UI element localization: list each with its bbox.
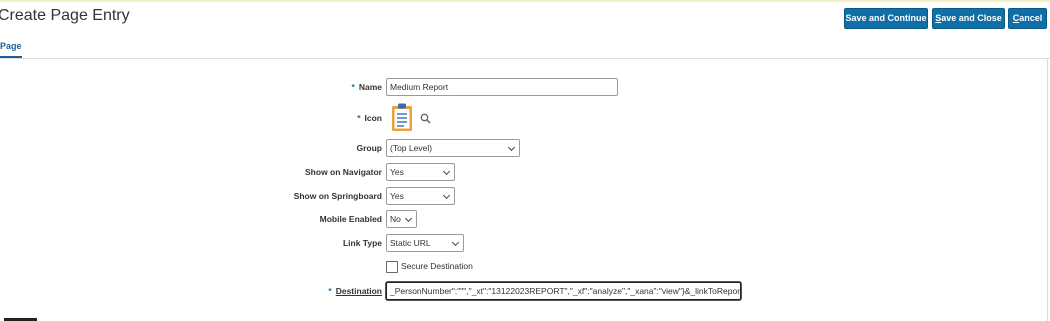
content-border: [1047, 58, 1048, 321]
required-marker: *: [357, 113, 361, 123]
secure-destination-label: Secure Destination: [401, 261, 473, 271]
icon-label: * Icon: [232, 113, 382, 123]
tab-page[interactable]: Page: [0, 41, 22, 51]
show-navigator-value: Yes: [390, 167, 404, 177]
required-marker: *: [328, 286, 332, 296]
group-label: Group: [356, 143, 383, 153]
show-springboard-value: Yes: [390, 191, 404, 201]
show-navigator-select[interactable]: Yes: [386, 163, 455, 181]
show-springboard-select[interactable]: Yes: [386, 187, 455, 205]
required-marker: *: [351, 82, 355, 92]
icon-label-text: Icon: [364, 113, 382, 123]
cancel-label: ancel: [1019, 13, 1043, 23]
secure-destination-checkbox[interactable]: [386, 261, 398, 273]
show-springboard-label: Show on Springboard: [293, 191, 382, 201]
search-icon[interactable]: [420, 111, 431, 124]
save-and-close-label: ave and Close: [941, 13, 1002, 23]
page-title: Create Page Entry: [0, 7, 130, 24]
save-and-continue-button[interactable]: Save and Continue: [844, 8, 928, 29]
mobile-enabled-value: No: [390, 214, 401, 224]
save-and-close-button[interactable]: Save and Close: [932, 8, 1005, 29]
link-type-select[interactable]: Static URL: [386, 234, 464, 252]
link-type-label: Link Type: [342, 238, 382, 248]
name-input[interactable]: Medium Report: [386, 78, 618, 96]
mobile-enabled-label: Mobile Enabled: [319, 214, 382, 224]
group-select[interactable]: (Top Level): [386, 139, 520, 157]
clipboard-icon[interactable]: [390, 102, 414, 132]
cancel-button[interactable]: Cancel: [1008, 8, 1047, 29]
group-value: (Top Level): [390, 143, 433, 153]
name-label-text: Name: [358, 82, 382, 92]
show-navigator-label: Show on Navigator: [305, 167, 382, 177]
destination-input[interactable]: _PersonNumber":""","_xt":"13122023REPORT…: [386, 282, 741, 300]
link-type-value: Static URL: [390, 238, 431, 248]
name-label: * Name: [232, 82, 382, 92]
tab-divider: [0, 58, 1050, 59]
destination-label-text: Destination: [335, 286, 382, 296]
destination-label: * Destination: [232, 286, 382, 296]
mobile-enabled-select[interactable]: No: [386, 210, 417, 228]
top-accent-line: [0, 0, 1050, 2]
